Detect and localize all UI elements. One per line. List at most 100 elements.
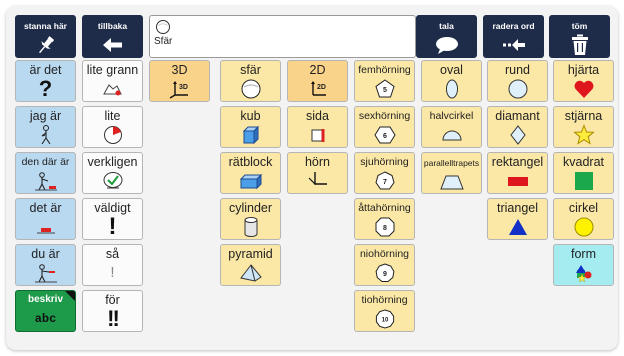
cell-hjarta[interactable]: hjärta: [553, 60, 614, 102]
cell-label: pyramid: [228, 247, 273, 261]
cell-den-dar-ar[interactable]: den där är: [15, 152, 76, 194]
sphere-icon: [221, 77, 280, 101]
cell-label: kvadrat: [563, 155, 604, 169]
cell-label: triangel: [497, 201, 538, 215]
cell-du-ar[interactable]: du är: [15, 244, 76, 286]
cell-pyramid[interactable]: pyramid: [220, 244, 281, 286]
cell-triangel[interactable]: triangel: [487, 198, 548, 240]
cell-label: 3D: [171, 63, 188, 77]
svg-text:8: 8: [383, 225, 387, 232]
cell-2d[interactable]: 2D 2D: [287, 60, 348, 102]
shapes-icon: [554, 261, 613, 285]
cell-label: så: [105, 247, 120, 261]
cell-lite[interactable]: lite: [82, 106, 143, 148]
cell-label: sfär: [240, 63, 261, 77]
cell-label: diamant: [495, 109, 540, 123]
cell-jag-ar[interactable]: jag är: [15, 106, 76, 148]
cell-cylinder[interactable]: cylinder: [220, 198, 281, 240]
cell-label: åttahörning: [358, 202, 411, 214]
pin-label: stanna här: [24, 21, 67, 31]
cell-label: form: [571, 247, 596, 261]
message-window[interactable]: Sfär: [149, 15, 416, 58]
cell-ar-det[interactable]: är det ?: [15, 60, 76, 102]
cell-label: den där är: [21, 156, 70, 168]
semicircle-icon: [422, 123, 481, 147]
cell-label: 2D: [309, 63, 326, 77]
cell-femhorning[interactable]: femhörning 5: [354, 60, 415, 102]
delete-word-button[interactable]: radera ord: [483, 15, 544, 58]
arrow-left-icon: [83, 33, 142, 57]
pin-button[interactable]: stanna här: [15, 15, 76, 58]
back-button[interactable]: tillbaka: [82, 15, 143, 58]
cell-3d[interactable]: 3D 3D: [149, 60, 210, 102]
cell-parallelltrapets[interactable]: parallelltrapets: [421, 152, 482, 194]
speak-button[interactable]: tala: [416, 15, 477, 58]
cell-label: parallelltrapets: [423, 158, 480, 168]
cell-sida[interactable]: sida: [287, 106, 348, 148]
cell-label: det är: [29, 201, 62, 215]
cell-label: oval: [440, 63, 463, 77]
message-word[interactable]: Sfär: [154, 19, 172, 47]
triangle-icon: [488, 215, 547, 239]
folder-corner-marker: [65, 291, 75, 301]
cell-beskriv[interactable]: beskriv abc: [15, 290, 76, 332]
cell-label: cirkel: [568, 201, 599, 215]
cell-kvadrat[interactable]: kvadrat: [553, 152, 614, 194]
speech-bubble-icon: [417, 33, 476, 57]
cell-niohorning[interactable]: niohörning 9: [354, 244, 415, 286]
cell-label: lite: [104, 109, 121, 123]
cell-form[interactable]: form: [553, 244, 614, 286]
cell-label: hjärta: [567, 63, 600, 77]
cell-attahorning[interactable]: åttahörning 8: [354, 198, 415, 240]
cell-label: du är: [31, 247, 60, 261]
svg-text:3D: 3D: [179, 84, 188, 91]
diamond-icon: [488, 123, 547, 147]
person-pointing-you-icon: [16, 261, 75, 285]
side-icon: [288, 123, 347, 147]
cell-diamant[interactable]: diamant: [487, 106, 548, 148]
cell-lite-grann[interactable]: lite grann: [82, 60, 143, 102]
cell-valdigt[interactable]: väldigt !: [82, 198, 143, 240]
cell-det-ar[interactable]: det är: [15, 198, 76, 240]
cell-rektangel[interactable]: rektangel: [487, 152, 548, 194]
cell-rund[interactable]: rund: [487, 60, 548, 102]
cell-label: hörn: [304, 155, 331, 169]
cell-label: är det: [29, 63, 62, 77]
cell-tiohorning[interactable]: tiohörning 10: [354, 290, 415, 332]
cell-label: rund: [504, 63, 531, 77]
cylinder-icon: [221, 215, 280, 239]
cell-sexhorning[interactable]: sexhörning 6: [354, 106, 415, 148]
cell-oval[interactable]: oval: [421, 60, 482, 102]
person-pointing-object-icon: [16, 169, 75, 193]
star-icon: [554, 123, 613, 147]
exclamation-icon: !: [108, 213, 117, 240]
backspace-icon: [484, 33, 543, 57]
cell-label: beskriv: [27, 294, 64, 305]
cell-label: sjuhörning: [360, 156, 409, 168]
cell-ratblock[interactable]: rätblock: [220, 152, 281, 194]
person-pointing-self-icon: [16, 123, 75, 147]
cell-cirkel[interactable]: cirkel: [553, 198, 614, 240]
cell-sfar[interactable]: sfär: [220, 60, 281, 102]
clear-button[interactable]: töm: [549, 15, 610, 58]
cell-label: halvcirkel: [429, 110, 474, 122]
hexagon-icon: 6: [355, 123, 414, 147]
2d-axes-icon: 2D: [288, 77, 347, 101]
svg-text:7: 7: [383, 179, 387, 186]
cell-halvcirkel[interactable]: halvcirkel: [421, 106, 482, 148]
cell-horn[interactable]: hörn: [287, 152, 348, 194]
cell-for[interactable]: för !!: [82, 290, 143, 332]
cube-icon: [221, 123, 280, 147]
cell-sjuhorning[interactable]: sjuhörning 7: [354, 152, 415, 194]
sphere-icon: [156, 20, 171, 34]
svg-text:6: 6: [383, 133, 387, 140]
trash-icon: [550, 33, 609, 57]
cell-kub[interactable]: kub: [220, 106, 281, 148]
pin-icon: [16, 33, 75, 57]
speak-label: tala: [439, 21, 454, 31]
cell-verkligen[interactable]: verkligen: [82, 152, 143, 194]
cell-sa[interactable]: så !: [82, 244, 143, 286]
cell-stjarna[interactable]: stjärna: [553, 106, 614, 148]
delete-word-label: radera ord: [492, 21, 535, 31]
message-word-label: Sfär: [154, 36, 173, 47]
